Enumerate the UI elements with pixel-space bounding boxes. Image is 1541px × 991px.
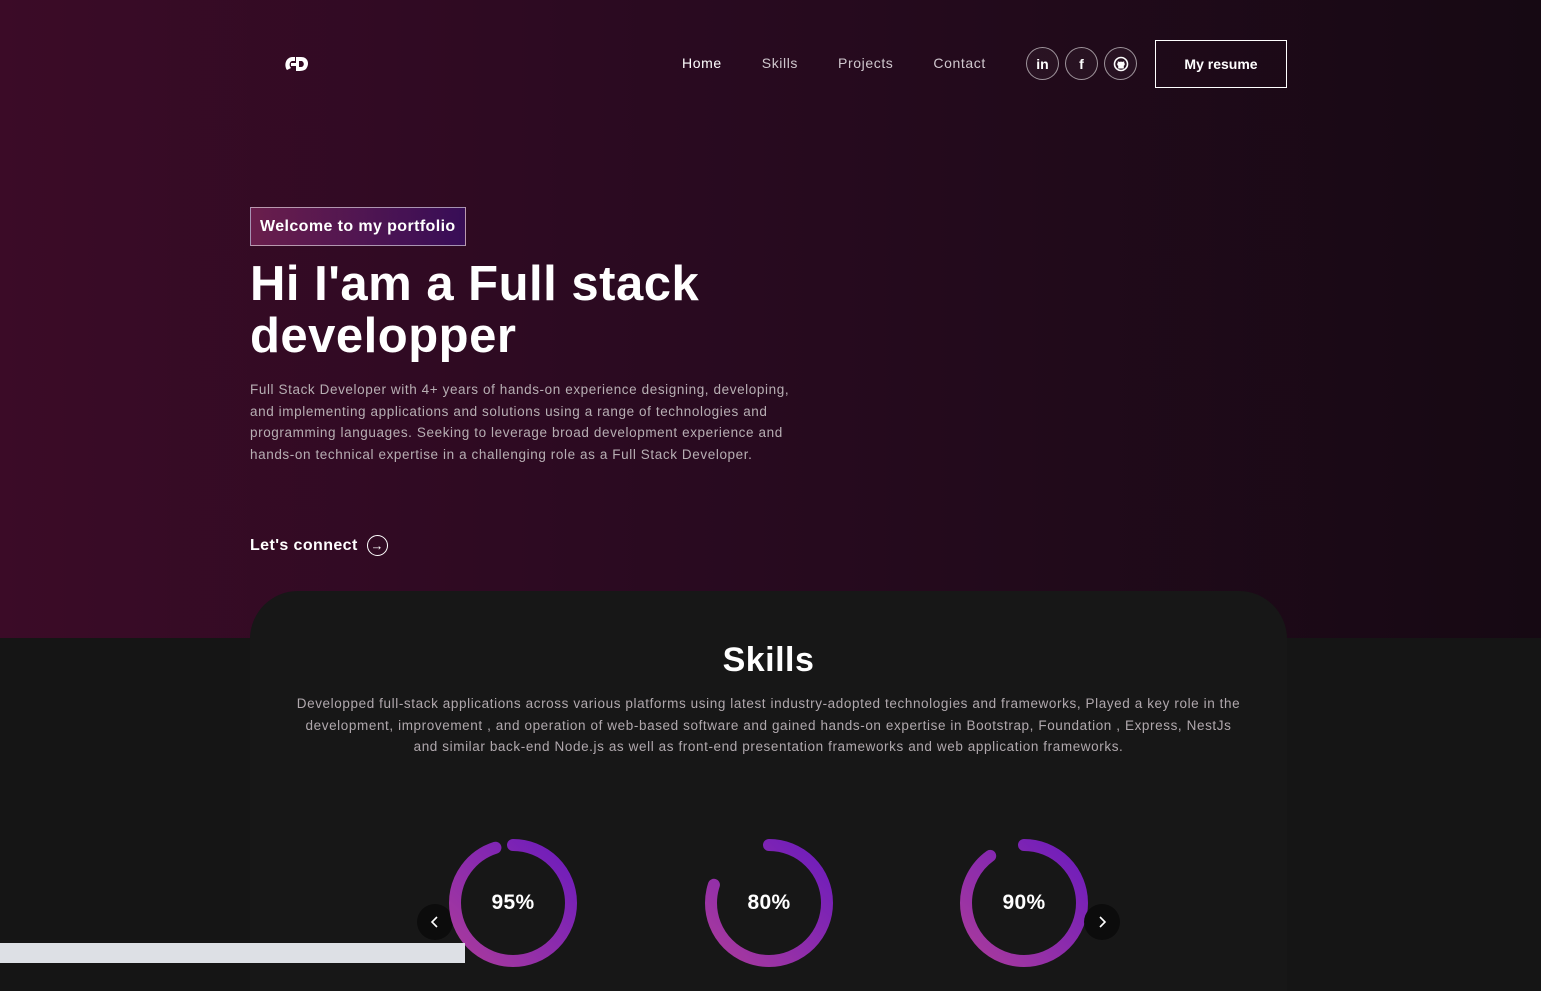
skill-percent: 80% — [747, 891, 791, 914]
carousel-next-button[interactable] — [1084, 904, 1120, 940]
bottom-overlay-bar — [0, 943, 465, 963]
facebook-glyph: f — [1079, 55, 1084, 72]
top-navigation: Home Skills Projects Contact in f My res… — [0, 0, 1541, 128]
github-glyph — [1113, 56, 1128, 71]
logo-icon[interactable] — [283, 54, 311, 74]
linkedin-icon[interactable]: in — [1026, 47, 1059, 80]
social-links: in f — [1026, 47, 1137, 80]
github-icon[interactable] — [1104, 47, 1137, 80]
chevron-left-icon — [430, 916, 438, 928]
nav-link-home[interactable]: Home — [682, 55, 722, 71]
skills-section: Skills Developped full-stack application… — [250, 591, 1287, 991]
skills-description: Developped full-stack applications acros… — [296, 696, 1241, 755]
hero-title: Hi I'am a Full stack developper — [250, 257, 700, 363]
linkedin-glyph: in — [1036, 55, 1049, 72]
skills-title: Skills — [722, 641, 815, 679]
nav-link-contact[interactable]: Contact — [933, 55, 985, 71]
connect-label: Let's connect — [250, 536, 358, 554]
welcome-badge: Welcome to my portfolio — [250, 207, 466, 246]
arrow-right-circle-icon: → — [366, 535, 388, 556]
skill-percent: 90% — [1002, 891, 1046, 914]
chevron-right-icon — [1099, 916, 1107, 928]
nav-link-skills[interactable]: Skills — [762, 55, 798, 71]
connect-link[interactable]: Let's connect → — [250, 535, 388, 556]
skill-ring: 95% — [448, 838, 578, 968]
resume-button[interactable]: My resume — [1155, 40, 1287, 88]
nav-link-projects[interactable]: Projects — [838, 55, 893, 71]
hero-description: Full Stack Developer with 4+ years of ha… — [250, 382, 790, 462]
welcome-badge-text: Welcome to my portfolio — [260, 217, 456, 235]
skill-percent: 95% — [491, 891, 535, 914]
nav-links: Home Skills Projects Contact — [682, 55, 986, 71]
skill-ring: 80% — [704, 838, 834, 968]
facebook-icon[interactable]: f — [1065, 47, 1098, 80]
skill-ring: 90% — [959, 838, 1089, 968]
